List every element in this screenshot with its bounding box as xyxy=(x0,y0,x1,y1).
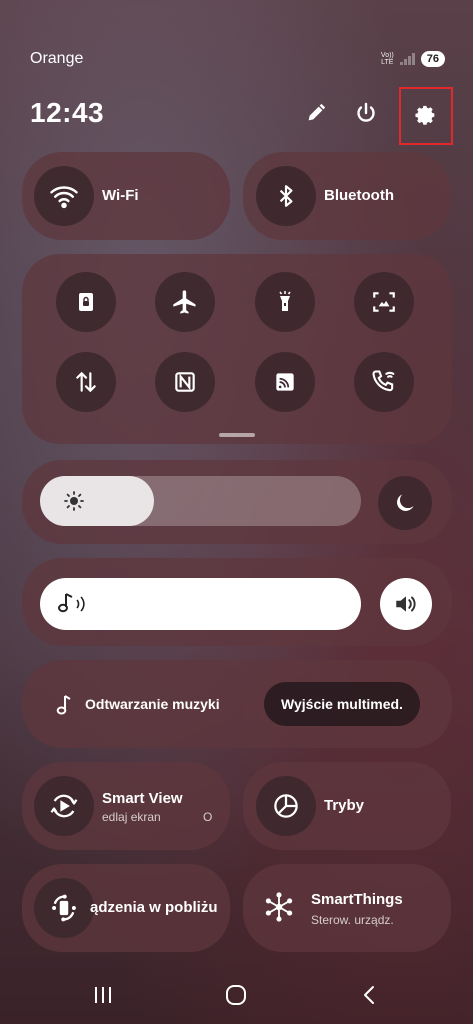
wifi-icon xyxy=(34,166,94,226)
smart-view-label: Smart View xyxy=(102,790,183,807)
bluetooth-label: Bluetooth xyxy=(324,187,394,204)
smartthings-icon xyxy=(262,890,296,929)
smart-view-sublabel: edlaj ekran xyxy=(102,810,161,824)
pencil-icon[interactable] xyxy=(299,96,333,130)
smart-view-icon xyxy=(34,776,94,836)
sun-icon xyxy=(62,489,86,518)
brightness-fill xyxy=(40,476,154,526)
screenshot-icon[interactable] xyxy=(354,272,414,332)
media-output-button[interactable]: Wyjście multimed. xyxy=(264,682,420,726)
smartthings-label: SmartThings xyxy=(311,891,403,908)
header-actions xyxy=(299,81,453,145)
music-note-icon xyxy=(54,694,74,721)
music-note-sound-icon xyxy=(56,590,92,623)
nearby-devices-icon xyxy=(34,878,94,938)
airplane-icon[interactable] xyxy=(155,272,215,332)
navigation-bar xyxy=(0,980,473,1010)
battery-badge: 76 xyxy=(420,51,445,67)
back-icon[interactable] xyxy=(358,984,380,1011)
modes-label: Tryby xyxy=(324,797,365,814)
flashlight-icon[interactable] xyxy=(255,272,315,332)
volte-icon: Vo)) LTE xyxy=(380,52,394,66)
modes-icon xyxy=(256,776,316,836)
media-playback-button[interactable]: Odtwarzanie muzyki xyxy=(85,696,220,712)
wifi-label: Wi-Fi xyxy=(102,187,139,204)
clock: 12:43 xyxy=(30,97,105,128)
quick-panel-header: 12:43 xyxy=(30,87,453,145)
cast-icon[interactable] xyxy=(255,352,315,412)
secure-folder-icon[interactable] xyxy=(56,272,116,332)
speaker-icon[interactable] xyxy=(380,578,432,630)
status-icons: Vo)) LTE 76 xyxy=(381,51,445,67)
recents-icon[interactable] xyxy=(92,984,114,1011)
moon-icon[interactable] xyxy=(378,476,432,530)
signal-icon xyxy=(399,53,415,65)
mobile-data-icon[interactable] xyxy=(56,352,116,412)
media-output-label: Wyjście multimed. xyxy=(281,696,403,712)
smartthings-sublabel: Sterow. urządz. xyxy=(311,913,394,927)
carrier-name: Orange xyxy=(30,50,84,67)
panel-expand-handle[interactable] xyxy=(219,433,255,437)
power-icon[interactable] xyxy=(349,96,383,130)
bluetooth-icon xyxy=(256,166,316,226)
status-bar: Orange Vo)) LTE 76 xyxy=(30,48,445,70)
wifi-calling-icon[interactable] xyxy=(354,352,414,412)
gear-icon[interactable] xyxy=(399,87,453,145)
nearby-devices-label: ądzenia w pobliżu xyxy=(90,899,218,916)
smart-view-sublabel-overflow: O xyxy=(203,810,213,824)
home-icon[interactable] xyxy=(225,984,247,1011)
nfc-icon[interactable] xyxy=(155,352,215,412)
